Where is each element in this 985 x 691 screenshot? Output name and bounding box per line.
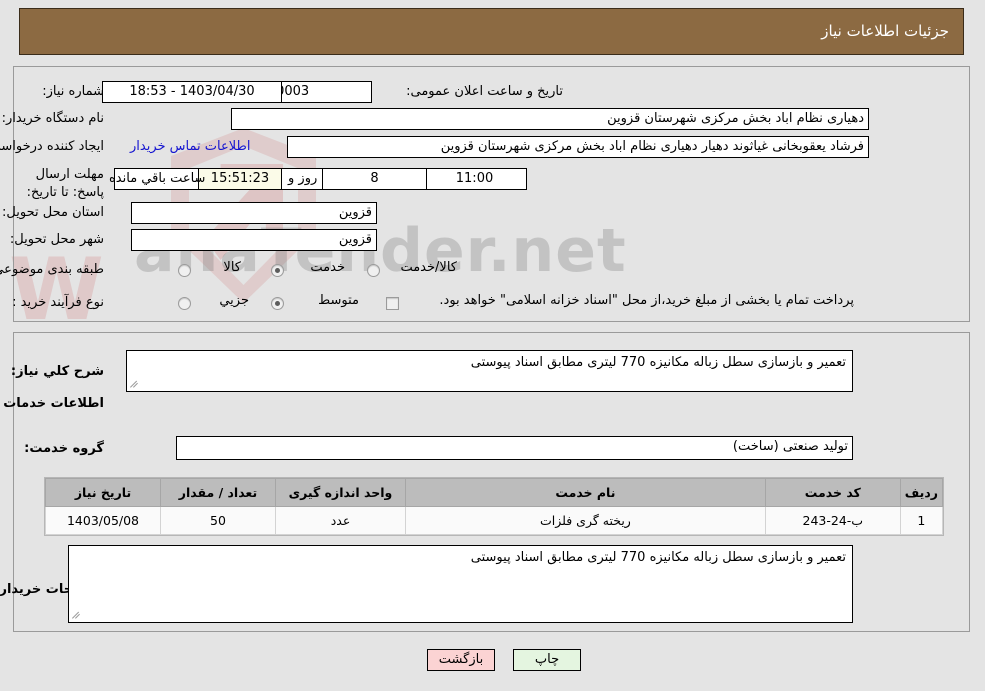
delivery-city-label: شهر محل تحویل: bbox=[10, 232, 105, 247]
cell-radif: 1 bbox=[900, 506, 945, 535]
description-value: تعمیر و بازسازی سطل زباله مکانیزه 770 لی… bbox=[471, 355, 847, 370]
radio-category-kala-khedmat[interactable] bbox=[368, 264, 381, 277]
description-label: شرح کلي نیاز: bbox=[11, 364, 105, 379]
buyer-org-value: دهیاری نظام اباد بخش مرکزی شهرستان قزوین bbox=[232, 108, 870, 130]
buyer-notes-textarea[interactable]: تعمیر و بازسازی سطل زباله مکانیزه 770 لی… bbox=[69, 545, 854, 623]
page-title: جزئیات اطلاعات نیاز bbox=[822, 22, 950, 40]
th-name: نام خدمت bbox=[406, 478, 767, 507]
table-row: 1 ب-24-243 ریخته گری فلزات عدد 50 1403/0… bbox=[46, 506, 945, 535]
requester-label: ایجاد کننده درخواست: bbox=[0, 139, 105, 154]
description-textarea[interactable]: تعمیر و بازسازی سطل زباله مکانیزه 770 لی… bbox=[127, 350, 854, 392]
deadline-time-value: 11:00 bbox=[423, 168, 528, 190]
need-number-label: شماره نیاز: bbox=[43, 84, 105, 99]
services-table-container: ردیف کد خدمت نام خدمت واحد اندازه گیری ت… bbox=[45, 477, 945, 536]
need-info-panel bbox=[14, 66, 971, 322]
services-section-heading: اطلاعات خدمات مورد نیاز bbox=[0, 396, 105, 411]
remaining-days-label: روز و bbox=[289, 171, 319, 186]
delivery-city-value: قزوین bbox=[132, 229, 378, 251]
page-header-banner: جزئیات اطلاعات نیاز bbox=[20, 8, 965, 55]
announce-datetime-value: 1403/04/30 - 18:53 bbox=[103, 81, 283, 103]
cell-qty: 50 bbox=[161, 506, 277, 535]
checkbox-treasury-docs[interactable] bbox=[387, 297, 400, 310]
th-unit: واحد اندازه گیری bbox=[276, 478, 407, 507]
th-code: کد خدمت bbox=[765, 478, 902, 507]
deadline-label: مهلت ارسال پاسخ: تا تاریخ: bbox=[27, 167, 105, 200]
radio-category-kala-label: کالا bbox=[224, 260, 242, 275]
resize-grip-icon[interactable] bbox=[72, 609, 84, 621]
cell-code: ب-24-243 bbox=[765, 506, 902, 535]
treasury-docs-note: پرداخت تمام یا بخشی از مبلغ خرید،از محل … bbox=[440, 293, 855, 308]
service-group-label: گروه خدمت: bbox=[25, 441, 105, 456]
radio-category-kala[interactable] bbox=[179, 264, 192, 277]
cell-name: ریخته گری فلزات bbox=[406, 506, 767, 535]
th-radif: ردیف bbox=[900, 478, 945, 507]
radio-purchase-motevaset-label: متوسط bbox=[319, 293, 360, 308]
page-root: W anaTender.net جزئیات اطلاعات نیاز شمار… bbox=[0, 0, 985, 691]
delivery-province-label: استان محل تحویل: bbox=[3, 205, 105, 220]
radio-category-kala-khedmat-label: کالا/خدمت bbox=[401, 260, 458, 275]
remaining-days-value: 8 bbox=[323, 168, 428, 190]
buyer-notes-value: تعمیر و بازسازی سطل زباله مکانیزه 770 لی… bbox=[471, 550, 847, 565]
th-need-date: تاریخ نیاز bbox=[46, 478, 162, 507]
remaining-clock-label: ساعت باقي مانده bbox=[110, 171, 207, 186]
th-qty: تعداد / مقدار bbox=[161, 478, 277, 507]
requester-value: فرشاد یعقوبخانی غیاثوند دهیار دهیاری نظا… bbox=[288, 136, 870, 158]
category-label: طبقه بندی موضوعی: bbox=[0, 262, 105, 277]
radio-purchase-motevaset[interactable] bbox=[272, 297, 285, 310]
radio-category-khedmat-label: خدمت bbox=[311, 260, 346, 275]
radio-purchase-jozi[interactable] bbox=[179, 297, 192, 310]
resize-grip-icon[interactable] bbox=[130, 378, 142, 390]
purchase-type-label: نوع فرآیند خرید : bbox=[13, 295, 105, 310]
cell-need-date: 1403/05/08 bbox=[46, 506, 162, 535]
delivery-province-value: قزوین bbox=[132, 202, 378, 224]
buyer-org-label: نام دستگاه خریدار: bbox=[2, 111, 105, 126]
remaining-clock-value: 15:51:23 bbox=[199, 168, 283, 190]
print-button[interactable]: چاپ bbox=[514, 649, 582, 671]
services-table: ردیف کد خدمت نام خدمت واحد اندازه گیری ت… bbox=[46, 478, 945, 535]
cell-unit: عدد bbox=[276, 506, 407, 535]
service-group-value: تولید صنعتی (ساخت) bbox=[177, 436, 854, 460]
buyer-contact-link[interactable]: اطلاعات تماس خریدار bbox=[131, 139, 251, 154]
table-header-row: ردیف کد خدمت نام خدمت واحد اندازه گیری ت… bbox=[46, 478, 945, 507]
announce-datetime-label: تاریخ و ساعت اعلان عمومی: bbox=[407, 84, 564, 99]
radio-category-khedmat[interactable] bbox=[272, 264, 285, 277]
radio-purchase-jozi-label: جزیي bbox=[220, 293, 250, 308]
back-button[interactable]: بازگشت bbox=[428, 649, 496, 671]
